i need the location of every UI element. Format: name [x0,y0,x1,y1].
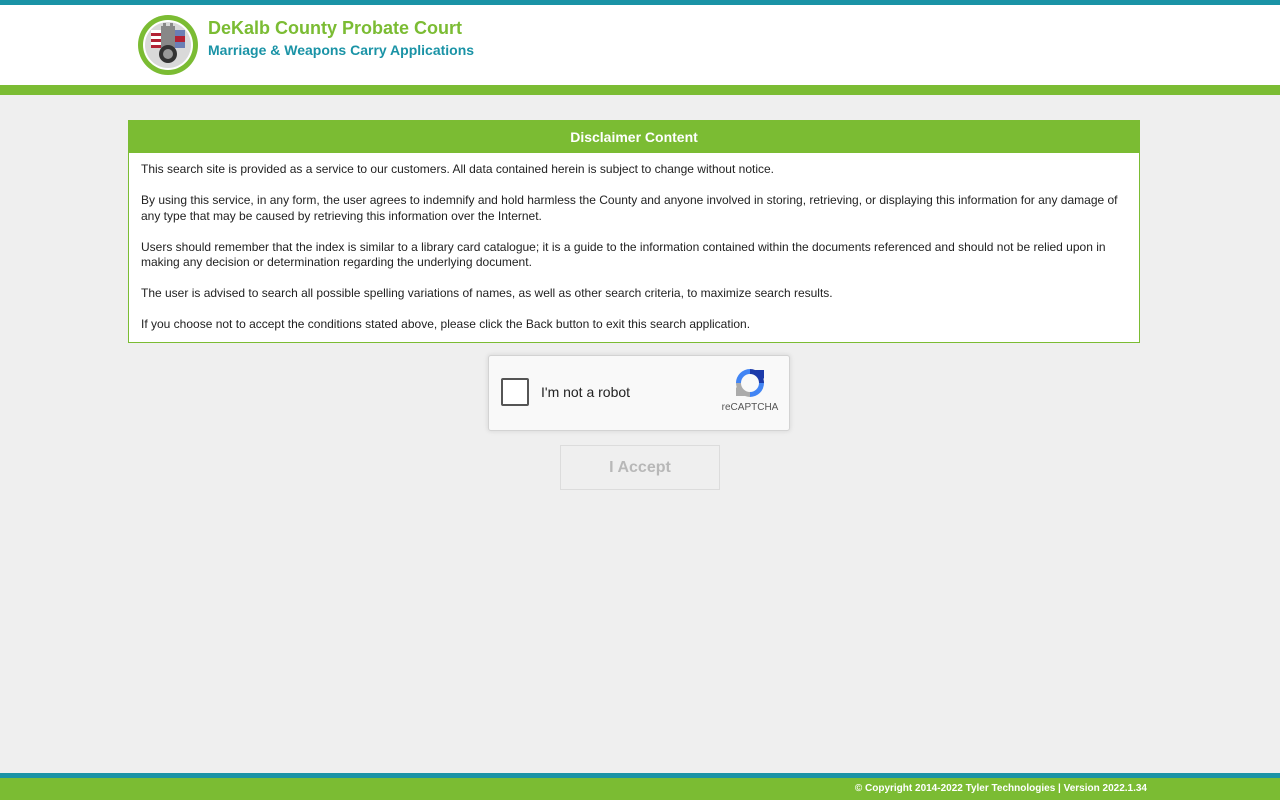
disclaimer-paragraph: Users should remember that the index is … [141,239,1106,270]
disclaimer-paragraph: If you choose not to accept the conditio… [141,317,751,331]
disclaimer-body: This search site is provided as a servic… [129,153,1139,333]
header-divider-bar [0,85,1280,95]
disclaimer-panel: Disclaimer Content This search site is p… [128,120,1140,343]
county-seal-icon[interactable] [137,14,199,76]
copyright-text: © Copyright 2014-2022 Tyler Technologies… [854,783,1147,794]
disclaimer-heading: Disclaimer Content [129,121,1139,153]
page-title: DeKalb County Probate Court [208,18,463,38]
recaptcha-widget: I'm not a robot reCAPTCHA [488,355,790,431]
page-subtitle: Marriage & Weapons Carry Applications [208,42,475,58]
accept-button[interactable]: I Accept [560,445,720,490]
disclaimer-paragraph: By using this service, in any form, the … [141,193,1118,223]
disclaimer-paragraph: The user is advised to search all possib… [141,286,833,300]
site-footer: © Copyright 2014-2022 Tyler Technologies… [0,778,1280,800]
disclaimer-paragraph: This search site is provided as a servic… [141,162,774,176]
site-header: DeKalb County Probate Court Marriage & W… [0,5,1280,85]
recaptcha-checkbox[interactable] [501,378,529,406]
recaptcha-label: I'm not a robot [541,384,631,400]
recaptcha-icon[interactable] [733,366,767,400]
recaptcha-brand[interactable]: reCAPTCHA [715,402,785,413]
